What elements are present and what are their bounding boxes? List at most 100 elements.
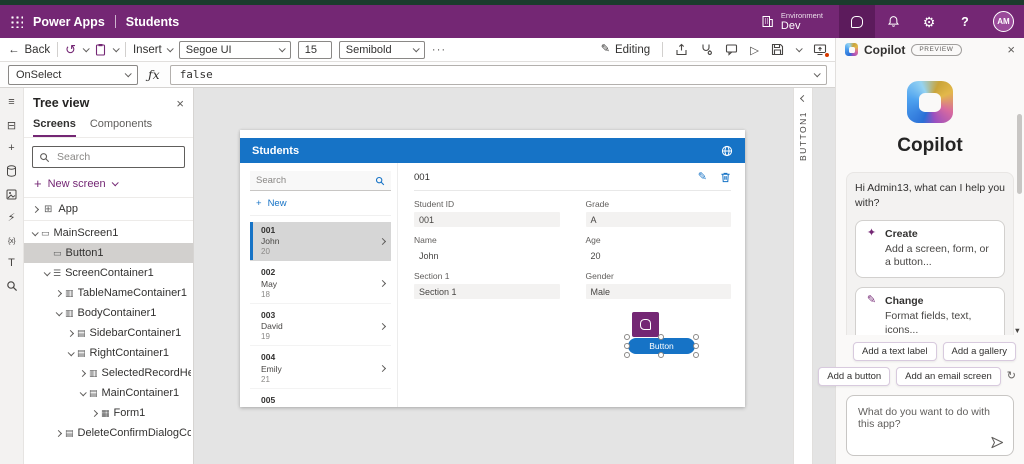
insert-icon[interactable]: + <box>4 141 20 155</box>
form-field[interactable]: Grade A <box>586 199 732 227</box>
search-icon[interactable] <box>4 279 20 293</box>
form-field[interactable]: Age 20 <box>586 235 732 263</box>
publish-button[interactable] <box>813 43 827 56</box>
font-weight-select[interactable]: Semibold <box>339 41 425 59</box>
product-name[interactable]: Power Apps <box>33 15 105 29</box>
form-field[interactable]: Name John <box>414 235 560 263</box>
app-screen-preview[interactable]: Students Search <box>240 130 745 407</box>
back-button[interactable]: ←Back <box>8 44 50 56</box>
design-canvas[interactable]: Students Search <box>194 88 835 464</box>
tree-view-icon[interactable]: ⊟ <box>4 118 20 132</box>
delete-record-icon[interactable] <box>720 171 731 183</box>
expand-pane-chevron-icon[interactable] <box>799 95 806 102</box>
scroll-down-arrow-icon[interactable]: ▼ <box>1014 326 1021 335</box>
chevron-right-icon[interactable] <box>32 205 39 212</box>
tree-item[interactable]: ▥ SelectedRecordHeaderContai <box>24 363 193 383</box>
save-dropdown-chevron-icon[interactable] <box>796 45 803 52</box>
tree-chevron-icon[interactable] <box>55 289 62 296</box>
tree-item[interactable]: ▤ RightContainer1 <box>24 343 193 363</box>
tree-chevron-icon[interactable] <box>67 329 74 336</box>
new-screen-button[interactable]: + New screen <box>24 173 193 197</box>
waffle-menu-icon[interactable] <box>10 15 23 28</box>
paste-button[interactable] <box>95 43 106 56</box>
edit-record-icon[interactable]: ✎ <box>698 172 707 183</box>
tree-item[interactable]: ▭ Button1 <box>24 243 193 263</box>
send-icon[interactable] <box>990 436 1004 449</box>
save-button[interactable] <box>771 43 784 56</box>
tree-chevron-icon[interactable] <box>32 229 39 236</box>
resize-handle[interactable] <box>658 352 664 358</box>
refresh-icon[interactable]: ↻ <box>1007 371 1016 382</box>
tree-item[interactable]: ▤ SidebarContainer1 <box>24 323 193 343</box>
resize-handle[interactable] <box>624 334 630 340</box>
scrollbar-thumb[interactable] <box>1017 114 1022 194</box>
list-item[interactable]: 005 Michael 22 <box>250 392 391 407</box>
resize-handle[interactable] <box>693 343 699 349</box>
resize-handle[interactable] <box>658 334 664 340</box>
tree-item[interactable]: ☰ ScreenContainer1 <box>24 263 193 283</box>
tree-chevron-icon[interactable] <box>80 389 87 396</box>
tree-search-input[interactable] <box>55 150 178 164</box>
formula-input[interactable] <box>178 67 808 82</box>
app-checker-button[interactable] <box>700 43 713 56</box>
tests-icon[interactable]: T <box>4 256 20 270</box>
suggestion-chip[interactable]: Add an email screen <box>896 367 1001 386</box>
share-button[interactable] <box>675 43 688 56</box>
list-item[interactable]: 002 May 18 <box>250 264 391 303</box>
globe-icon[interactable] <box>721 145 733 157</box>
copilot-toggle-button[interactable] <box>839 5 875 38</box>
tree-chevron-icon[interactable] <box>56 309 63 316</box>
suggestion-chip[interactable]: Add a button <box>818 367 890 386</box>
undo-dropdown-chevron-icon[interactable] <box>83 45 90 52</box>
tree-item[interactable]: ▥ BodyContainer1 <box>24 303 193 323</box>
tree-item[interactable]: ▦ Form1 <box>24 403 193 423</box>
insert-menu[interactable]: Insert <box>133 44 172 56</box>
avatar[interactable]: AM <box>993 11 1014 32</box>
tree-chevron-icon[interactable] <box>55 429 62 436</box>
formula-expand-chevron-icon[interactable] <box>814 70 821 77</box>
list-item[interactable]: 004 Emily 21 <box>250 349 391 388</box>
resize-handle[interactable] <box>624 352 630 358</box>
font-size-input[interactable]: 15 <box>298 41 332 59</box>
tree-chevron-icon[interactable] <box>91 409 98 416</box>
copilot-card[interactable]: ✦ Create Add a screen, form, or a button… <box>855 220 1005 278</box>
tree-item[interactable]: ▤ MainContainer1 <box>24 383 193 403</box>
tab-components[interactable]: Components <box>90 114 152 137</box>
tree-chevron-icon[interactable] <box>44 269 51 276</box>
data-icon[interactable] <box>4 164 20 178</box>
resize-handle[interactable] <box>624 343 630 349</box>
notifications-button[interactable] <box>875 5 911 38</box>
form-field[interactable]: Gender Male <box>586 271 732 299</box>
property-select[interactable]: OnSelect <box>8 65 138 85</box>
preview-app-button[interactable]: ▷ <box>750 43 759 57</box>
copilot-card[interactable]: ✎ Change Format fields, text, icons... <box>855 287 1005 336</box>
help-button[interactable]: ? <box>947 5 983 38</box>
form-field[interactable]: Student ID 001 <box>414 199 560 227</box>
close-icon[interactable]: × <box>1007 43 1015 56</box>
tree-item[interactable]: ▭ MainScreen1 <box>24 223 193 243</box>
settings-button[interactable]: ⚙ <box>911 5 947 38</box>
suggestion-chip[interactable]: Add a text label <box>853 342 937 361</box>
tree-item[interactable]: ▤ DeleteConfirmDialogContainer1 <box>24 423 193 443</box>
environment-picker[interactable]: Environment Dev <box>745 5 839 38</box>
comments-button[interactable] <box>725 43 738 56</box>
menu-icon[interactable]: ≡ <box>4 95 20 109</box>
tree-chevron-icon[interactable] <box>68 349 75 356</box>
media-icon[interactable] <box>4 187 20 201</box>
list-item[interactable]: 003 David 19 <box>250 307 391 346</box>
list-item[interactable]: 001 John 20 <box>250 222 391 261</box>
variables-icon[interactable]: {x} <box>4 233 20 247</box>
new-record-button[interactable]: + New <box>250 191 391 216</box>
tab-screens[interactable]: Screens <box>33 114 76 137</box>
form-field[interactable]: Section 1 Section 1 <box>414 271 560 299</box>
resize-handle[interactable] <box>693 352 699 358</box>
paste-dropdown-chevron-icon[interactable] <box>113 45 120 52</box>
overflow-menu-icon[interactable]: ··· <box>432 44 447 56</box>
copilot-prompt-input[interactable] <box>856 404 1004 440</box>
suggestion-chip[interactable]: Add a gallery <box>943 342 1016 361</box>
tree-item-app[interactable]: ⊞ App <box>24 197 193 220</box>
app-search-box[interactable]: Search <box>250 171 391 191</box>
resize-handle[interactable] <box>693 334 699 340</box>
tree-item[interactable]: ▥ TableNameContainer1 <box>24 283 193 303</box>
undo-button[interactable]: ↺ <box>65 43 76 56</box>
